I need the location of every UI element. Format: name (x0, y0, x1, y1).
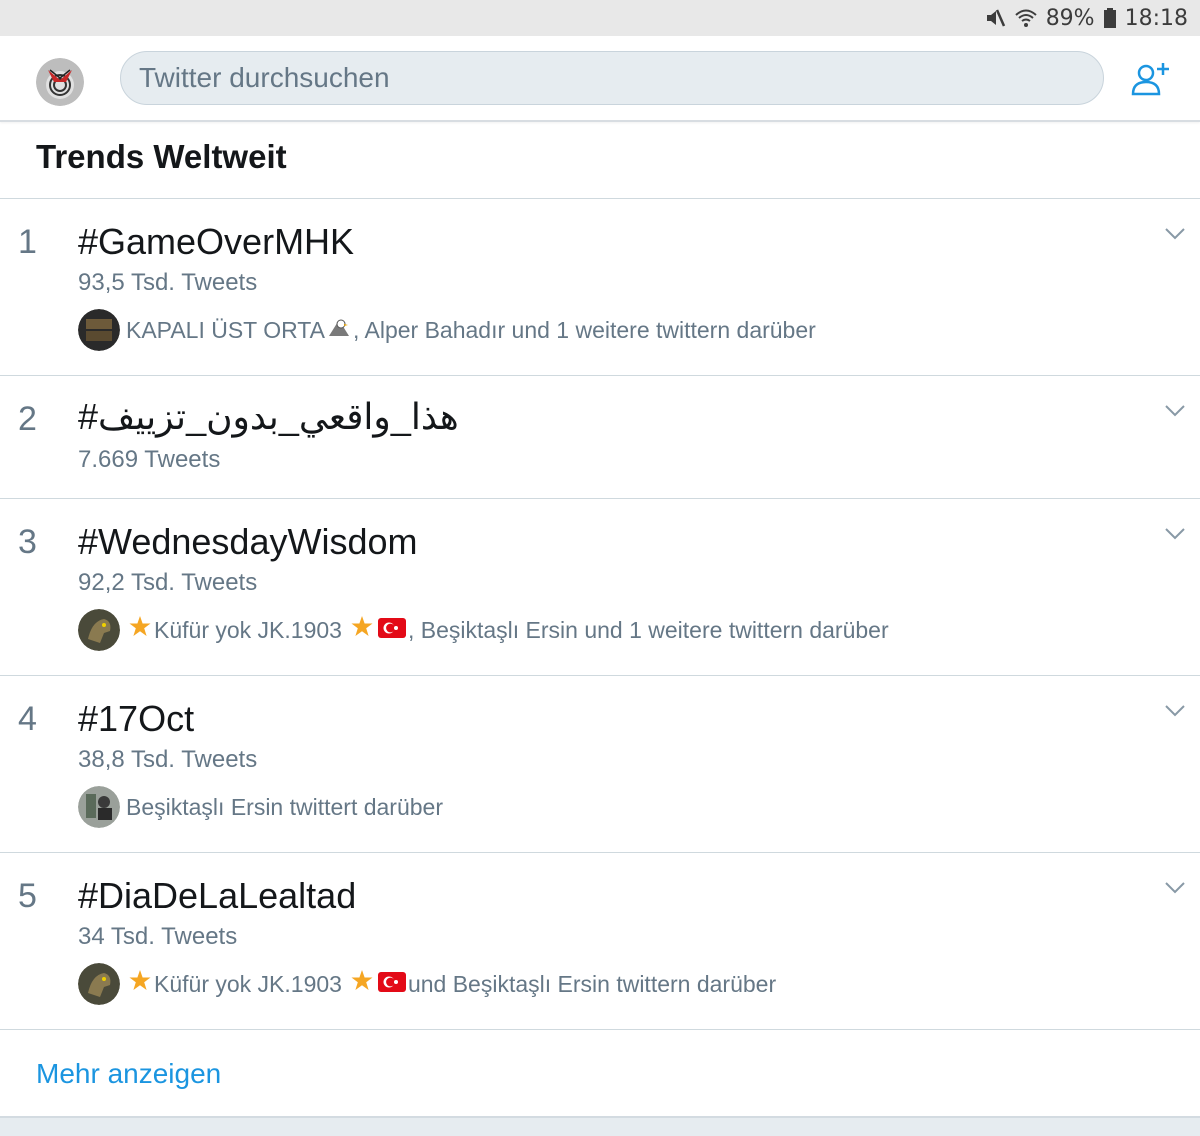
trend-item[interactable]: 1 #GameOverMHK 93,5 Tsd. Tweets KAPALI Ü… (0, 199, 1200, 375)
search-input[interactable] (139, 62, 1103, 94)
context-text: , Alper Bahadır und 1 weitere twittern d… (352, 316, 816, 343)
trend-context: Küfür yok JK.1903 , Beşiktaşlı Ersin und… (78, 609, 889, 651)
turkey-flag-icon (377, 617, 406, 644)
star-icon (350, 969, 374, 999)
avatar (78, 309, 120, 351)
trend-tweet-count: 93,5 Tsd. Tweets (78, 269, 258, 296)
trend-hashtag[interactable]: #WednesdayWisdom (78, 521, 418, 563)
status-bar: 89% 18:18 (0, 0, 1200, 36)
trend-tweet-count: 92,2 Tsd. Tweets (78, 569, 258, 596)
trend-item[interactable]: 5 #DiaDeLaLealtad 34 Tsd. Tweets Küfür y… (0, 853, 1200, 1029)
trend-rank: 1 (18, 223, 37, 261)
turkey-flag-icon (377, 971, 406, 998)
trend-item[interactable]: 4 #17Oct 38,8 Tsd. Tweets Beşiktaşlı Ers… (0, 676, 1200, 852)
context-text: , Beşiktaşlı Ersin und 1 weitere twitter… (407, 616, 889, 643)
chevron-down-icon[interactable] (1164, 403, 1186, 419)
bottom-band (0, 1116, 1200, 1136)
clock: 18:18 (1124, 5, 1188, 31)
star-icon (128, 969, 152, 999)
trend-rank: 4 (18, 700, 37, 738)
chevron-down-icon[interactable] (1164, 880, 1186, 896)
battery-icon (1103, 7, 1117, 29)
add-user-icon[interactable] (1128, 56, 1174, 102)
chevron-down-icon[interactable] (1164, 703, 1186, 719)
trend-context: Küfür yok JK.1903 und Beşiktaşlı Ersin t… (78, 963, 776, 1005)
context-text: KAPALI ÜST ORTA (126, 316, 325, 343)
mute-icon (984, 7, 1006, 29)
context-text: Beşiktaşlı Ersin twittert darüber (126, 793, 444, 820)
context-text: und Beşiktaşlı Ersin twittern darüber (407, 970, 777, 997)
wifi-icon (1014, 7, 1038, 29)
avatar (78, 786, 120, 828)
top-bar (0, 36, 1200, 122)
trend-rank: 5 (18, 877, 37, 915)
trend-item[interactable]: 2 #هذا_واقعي_بدون_تزييف 7.669 Tweets (0, 376, 1200, 498)
trend-item[interactable]: 3 #WednesdayWisdom 92,2 Tsd. Tweets Küfü… (0, 499, 1200, 675)
eagle-icon (327, 316, 351, 344)
context-text: Küfür yok JK.1903 (154, 616, 342, 643)
divider (0, 1029, 1200, 1030)
chevron-down-icon[interactable] (1164, 526, 1186, 542)
profile-avatar[interactable] (36, 58, 84, 106)
trend-rank: 2 (18, 400, 37, 438)
avatar (78, 609, 120, 651)
trend-context: KAPALI ÜST ORTA , Alper Bahadır und 1 we… (78, 309, 816, 351)
battery-percent: 89% (1045, 5, 1095, 31)
show-more-link[interactable]: Mehr anzeigen (36, 1058, 221, 1090)
trend-rank: 3 (18, 523, 37, 561)
trend-hashtag[interactable]: #DiaDeLaLealtad (78, 875, 356, 917)
search-bar[interactable] (120, 51, 1104, 105)
star-icon (350, 615, 374, 645)
context-text: Küfür yok JK.1903 (154, 970, 342, 997)
trend-tweet-count: 34 Tsd. Tweets (78, 923, 238, 950)
section-title: Trends Weltweit (36, 138, 287, 175)
trend-hashtag[interactable]: #GameOverMHK (78, 221, 354, 263)
star-icon (128, 615, 152, 645)
trend-tweet-count: 38,8 Tsd. Tweets (78, 746, 258, 773)
trend-context: Beşiktaşlı Ersin twittert darüber (78, 786, 443, 828)
trend-hashtag[interactable]: #هذا_واقعي_بدون_تزييف (78, 396, 459, 438)
trend-tweet-count: 7.669 Tweets (78, 446, 221, 473)
avatar (78, 963, 120, 1005)
trend-hashtag[interactable]: #17Oct (78, 698, 194, 740)
chevron-down-icon[interactable] (1164, 226, 1186, 242)
